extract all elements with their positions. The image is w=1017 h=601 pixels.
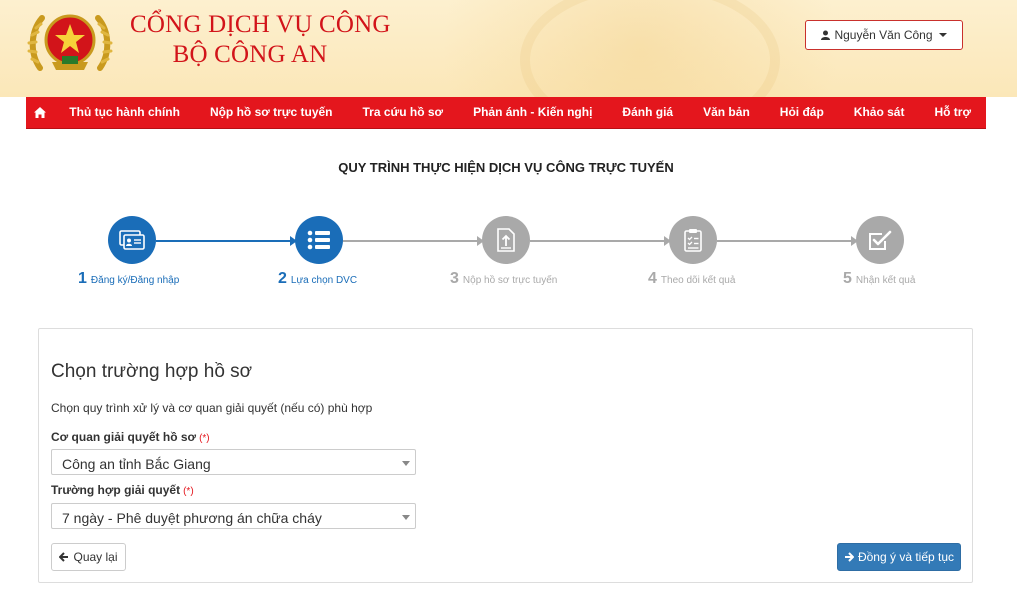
caret-down-icon [938,33,947,37]
agree-continue-label: Đồng ý và tiếp tục [857,550,955,564]
case-label-text: Trường hợp giải quyết [51,483,181,497]
step-5-circle [856,216,904,264]
step-2-label: 2 Lựa chọn DVC [278,270,357,288]
dropdown-arrow-icon [402,461,410,466]
back-button-label: Quay lại [73,550,118,564]
agency-select[interactable]: Công an tỉnh Bắc Giang [51,449,416,475]
id-card-icon [119,230,145,250]
panel-title: Chọn trường hợp hồ sơ [51,361,253,382]
nav-item-khao-sat[interactable]: Khảo sát [839,97,920,128]
step-2-circle [295,216,343,264]
step-1-label: 1 Đăng ký/Đăng nhập [78,270,179,288]
step-5-label: 5 Nhận kết quả [843,270,915,288]
main-nav: Thủ tục hành chính Nộp hồ sơ trực tuyến … [26,97,986,128]
step-connector-3 [530,240,666,242]
nav-item-hoi-dap[interactable]: Hỏi đáp [765,97,839,128]
site-title-line1: CỔNG DỊCH VỤ CÔNG [130,11,391,38]
step-connector-2 [343,240,479,242]
agency-label: Cơ quan giải quyết hồ sơ (*) [51,430,210,444]
nav-item-phan-anh-kien-nghi[interactable]: Phản ánh - Kiến nghị [458,97,607,128]
step-3-label: 3 Nộp hồ sơ trực tuyến [450,270,557,288]
step-5-text: Nhận kết quả [855,275,916,286]
case-select[interactable]: 7 ngày - Phê duyệt phương án chữa cháy [51,503,416,529]
step-3-number: 3 [450,270,459,287]
nav-home[interactable] [26,97,54,128]
case-select-value: 7 ngày - Phê duyệt phương án chữa cháy [62,510,322,526]
case-label: Trường hợp giải quyết (*) [51,483,194,497]
nav-item-van-ban[interactable]: Văn bản [688,97,765,128]
step-3-text: Nộp hồ sơ trực tuyến [462,275,558,286]
arrow-left-icon [59,552,69,562]
document-upload-icon [497,228,515,252]
step-4-number: 4 [648,270,657,287]
clipboard-list-icon [684,229,702,252]
user-name: Nguyễn Văn Công [834,28,933,42]
step-connector-4 [717,240,853,242]
panel-description: Chọn quy trình xử lý và cơ quan giải quy… [51,401,373,415]
user-icon [821,30,831,40]
step-2-text: Lựa chọn DVC [290,275,358,286]
nav-item-thu-tuc-hanh-chinh[interactable]: Thủ tục hành chính [54,97,195,128]
dropdown-arrow-icon [402,515,410,520]
back-button[interactable]: Quay lại [51,543,126,571]
nav-item-ho-tro[interactable]: Hỗ trợ [919,97,986,128]
check-square-icon [869,230,892,250]
step-1-number: 1 [78,270,87,287]
list-icon [307,230,330,250]
required-mark: (*) [199,433,210,444]
police-emblem-icon [27,14,113,71]
nav-item-nop-ho-so[interactable]: Nộp hồ sơ trực tuyến [195,97,348,128]
step-connector-1 [156,240,292,242]
arrow-right-icon [844,552,854,562]
site-title: CỔNG DỊCH VỤ CÔNG BỘ CÔNG AN [130,10,391,70]
step-5-number: 5 [843,270,852,287]
user-menu-button[interactable]: Nguyễn Văn Công [805,20,963,50]
step-4-text: Theo dõi kết quả [660,275,736,286]
nav-item-tra-cuu-ho-so[interactable]: Tra cứu hồ sơ [348,97,459,128]
step-4-label: 4 Theo dõi kết quả [648,270,735,288]
step-1-text: Đăng ký/Đăng nhập [90,275,180,286]
site-header: CỔNG DỊCH VỤ CÔNG BỘ CÔNG AN Nguyễn Văn … [0,0,1017,97]
step-2-number: 2 [278,270,287,287]
required-mark: (*) [183,486,194,497]
step-4-circle [669,216,717,264]
agree-continue-button[interactable]: Đồng ý và tiếp tục [837,543,961,571]
site-title-line2: BỘ CÔNG AN [172,41,328,68]
nav-item-danh-gia[interactable]: Đánh giá [607,97,688,128]
case-selection-panel: Chọn trường hợp hồ sơ Chọn quy trình xử … [38,328,973,583]
step-1-circle [108,216,156,264]
agency-select-value: Công an tỉnh Bắc Giang [62,456,211,472]
process-title: QUY TRÌNH THỰC HIỆN DỊCH VỤ CÔNG TRỰC TU… [338,160,674,175]
step-3-circle [482,216,530,264]
agency-label-text: Cơ quan giải quyết hồ sơ [51,430,197,444]
header-pattern-ring [520,0,780,97]
home-icon [34,107,47,118]
